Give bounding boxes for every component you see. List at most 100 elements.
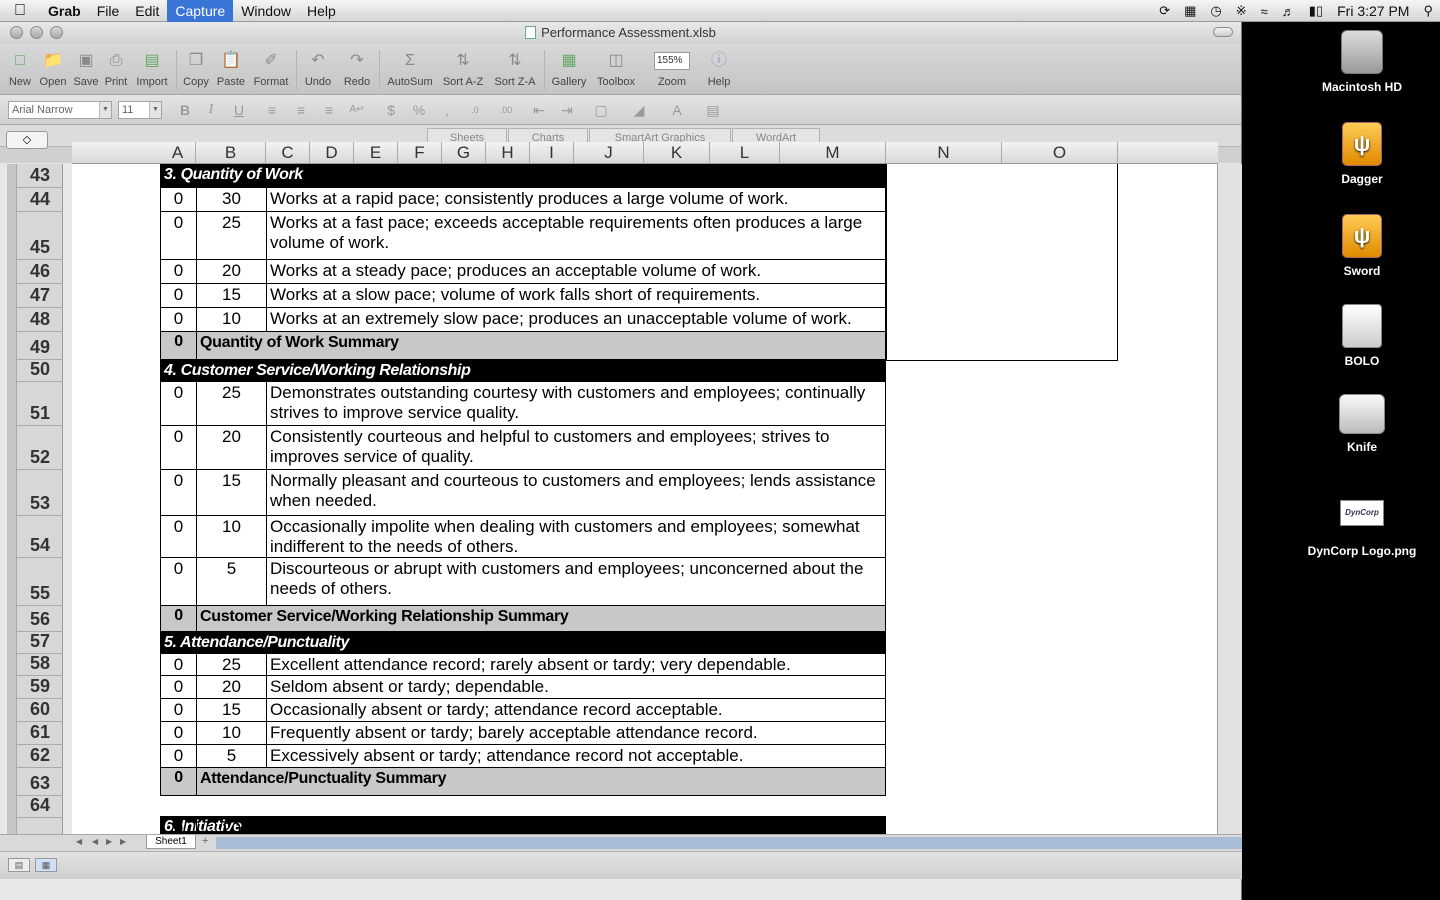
table-row[interactable]: 0 5 Discourteous or abrupt with customers … xyxy=(160,558,886,606)
table-row[interactable]: 0 20 Displays confidence and enthusiasm in… xyxy=(160,818,886,834)
zoom-input[interactable]: 155% xyxy=(654,52,690,70)
bluetooth-icon[interactable]: ※ xyxy=(1229,3,1254,19)
row-header[interactable]: 58 xyxy=(17,653,62,676)
row-header[interactable]: 54 xyxy=(17,516,62,558)
row-header[interactable]: 45 xyxy=(17,212,62,260)
sheet-tab-sheet1[interactable]: Sheet1 xyxy=(146,835,196,849)
column-header-n[interactable]: N xyxy=(886,142,1002,163)
horizontal-scrollbar[interactable] xyxy=(216,837,1242,849)
decrease-decimal-icon[interactable]: .00 xyxy=(497,101,515,119)
spotlight-icon[interactable]: ⚲ xyxy=(1416,3,1440,19)
table-row[interactable]: 0 10 Works at an extremely slow pace; prod… xyxy=(160,308,886,332)
new-button[interactable]: □ New xyxy=(6,50,34,88)
desktop-icon-dagger[interactable]: ψ Dagger xyxy=(1302,122,1422,186)
column-header-d[interactable]: D xyxy=(310,142,354,163)
first-sheet-icon[interactable]: ◀ xyxy=(76,837,82,846)
normal-view-icon[interactable]: ▤ xyxy=(8,858,30,872)
battery-icon[interactable]: ▮▯ xyxy=(1302,3,1330,19)
paste-button[interactable]: 📋 Paste xyxy=(215,50,247,88)
import-button[interactable]: ▤ Import xyxy=(133,50,171,88)
font-size-select[interactable]: 11 ▼ xyxy=(118,101,162,119)
wifi-icon[interactable]: ≈ xyxy=(1254,4,1275,19)
column-header-m[interactable]: M xyxy=(780,142,886,163)
italic-icon[interactable]: I xyxy=(202,101,220,119)
table-row[interactable]: 0 25 Demonstrates outstanding courtesy wit… xyxy=(160,382,886,426)
menu-file[interactable]: File xyxy=(89,0,128,22)
row-header[interactable]: 51 xyxy=(17,382,62,426)
row-header[interactable]: 48 xyxy=(17,308,62,332)
column-header-k[interactable]: K xyxy=(644,142,710,163)
add-sheet-icon[interactable]: + xyxy=(202,835,208,847)
prev-sheet-icon[interactable]: ◀ xyxy=(92,837,98,846)
summary-row[interactable]: 0 Attendance/Punctuality Summary xyxy=(160,768,886,796)
column-header-h[interactable]: H xyxy=(486,142,530,163)
summary-row[interactable]: 0 Customer Service/Working Relationship S… xyxy=(160,606,886,632)
desktop-icon-macintosh-hd[interactable]: Macintosh HD xyxy=(1302,30,1422,94)
column-header-o[interactable]: O xyxy=(1002,142,1118,163)
sync-icon[interactable]: ⟳ xyxy=(1152,3,1177,19)
row-header[interactable]: 47 xyxy=(17,284,62,308)
desktop-icon-dyncorp-logo[interactable]: DynCorp DynCorp Logo.png xyxy=(1302,500,1422,558)
column-header-l[interactable]: L xyxy=(710,142,780,163)
table-row[interactable]: 0 30 Works at a rapid pace; consistently p… xyxy=(160,188,886,212)
table-row[interactable]: 0 25 Excellent attendance record; rarely a… xyxy=(160,654,886,676)
sort-az-button[interactable]: ⇅ Sort A-Z xyxy=(438,50,488,88)
column-header-a[interactable]: A xyxy=(160,142,196,163)
next-sheet-icon[interactable]: ▶ xyxy=(106,837,112,846)
row-header[interactable]: 44 xyxy=(17,188,62,212)
column-header-g[interactable]: G xyxy=(442,142,486,163)
bold-icon[interactable]: B xyxy=(176,101,194,119)
table-row[interactable]: 0 5 Excessively absent or tardy; attendanc… xyxy=(160,745,886,768)
spaces-icon[interactable]: ▦ xyxy=(1177,3,1203,19)
menu-help[interactable]: Help xyxy=(299,0,344,22)
column-header-e[interactable]: E xyxy=(354,142,398,163)
highlight-icon[interactable]: ▤ xyxy=(704,101,722,119)
row-header[interactable]: 43 xyxy=(17,164,62,188)
row-header[interactable]: 64 xyxy=(17,795,62,818)
copy-button[interactable]: ❐ Copy xyxy=(181,50,211,88)
row-header[interactable]: 53 xyxy=(17,470,62,516)
help-button[interactable]: ⓘ Help xyxy=(704,50,734,88)
menu-grab[interactable]: Grab xyxy=(40,0,89,22)
time-machine-icon[interactable]: ◷ xyxy=(1203,3,1228,19)
table-row[interactable]: 0 20 Seldom absent or tardy; dependable. xyxy=(160,676,886,699)
menu-capture[interactable]: Capture xyxy=(167,0,234,22)
column-header-j[interactable]: J xyxy=(574,142,644,163)
vertical-ruler[interactable] xyxy=(7,164,17,834)
row-header[interactable]: 55 xyxy=(17,558,62,606)
column-header-b[interactable]: B xyxy=(196,142,266,163)
currency-icon[interactable]: $ xyxy=(382,101,400,119)
worksheet-grid[interactable]: 3. Quantity of Work 0 30 Works at a rapid … xyxy=(72,164,1218,834)
row-header[interactable]: 60 xyxy=(17,699,62,722)
increase-decimal-icon[interactable]: .0 xyxy=(466,101,484,119)
row-header[interactable]: 61 xyxy=(17,722,62,745)
table-row[interactable]: 0 20 Works at a steady pace; produces an a… xyxy=(160,260,886,284)
toolbox-button[interactable]: ◫ Toolbox xyxy=(593,50,639,88)
row-header[interactable]: 59 xyxy=(17,676,62,699)
toolbar-toggle-button[interactable] xyxy=(1213,27,1233,37)
borders-icon[interactable]: ▢ xyxy=(592,101,610,119)
desktop-icon-knife[interactable]: Knife xyxy=(1302,394,1422,454)
gallery-button[interactable]: ▦ Gallery xyxy=(548,50,590,88)
row-header[interactable]: 56 xyxy=(17,606,62,632)
table-row[interactable]: 0 15 Works at a slow pace; volume of work … xyxy=(160,284,886,308)
align-center-icon[interactable]: ≡ xyxy=(292,101,310,119)
table-row[interactable]: 0 25 Works at a fast pace; exceeds accepta… xyxy=(160,212,886,260)
table-row[interactable]: 0 15 Normally pleasant and courteous to cu… xyxy=(160,470,886,516)
row-header[interactable]: 52 xyxy=(17,426,62,470)
column-header-c[interactable]: C xyxy=(266,142,310,163)
fill-color-icon[interactable]: ◢ xyxy=(630,101,648,119)
table-row[interactable]: 0 10 Frequently absent or tardy; barely ac… xyxy=(160,722,886,745)
page-layout-view-icon[interactable]: ▦ xyxy=(35,858,57,872)
decrease-indent-icon[interactable]: ⇤ xyxy=(530,101,548,119)
table-row[interactable]: 0 15 Occasionally absent or tardy; attenda… xyxy=(160,699,886,722)
comma-style-icon[interactable]: ‚ xyxy=(438,101,456,119)
row-header[interactable]: 46 xyxy=(17,260,62,284)
menu-window[interactable]: Window xyxy=(233,0,299,22)
align-left-icon[interactable]: ≡ xyxy=(263,101,281,119)
apple-menu-icon[interactable]:  xyxy=(0,2,40,20)
print-button[interactable]: ⎙ Print xyxy=(102,50,130,88)
volume-icon[interactable]: ♬ xyxy=(1275,4,1302,19)
font-color-icon[interactable]: A xyxy=(668,101,686,119)
undo-button[interactable]: ↶ Undo xyxy=(300,50,336,88)
